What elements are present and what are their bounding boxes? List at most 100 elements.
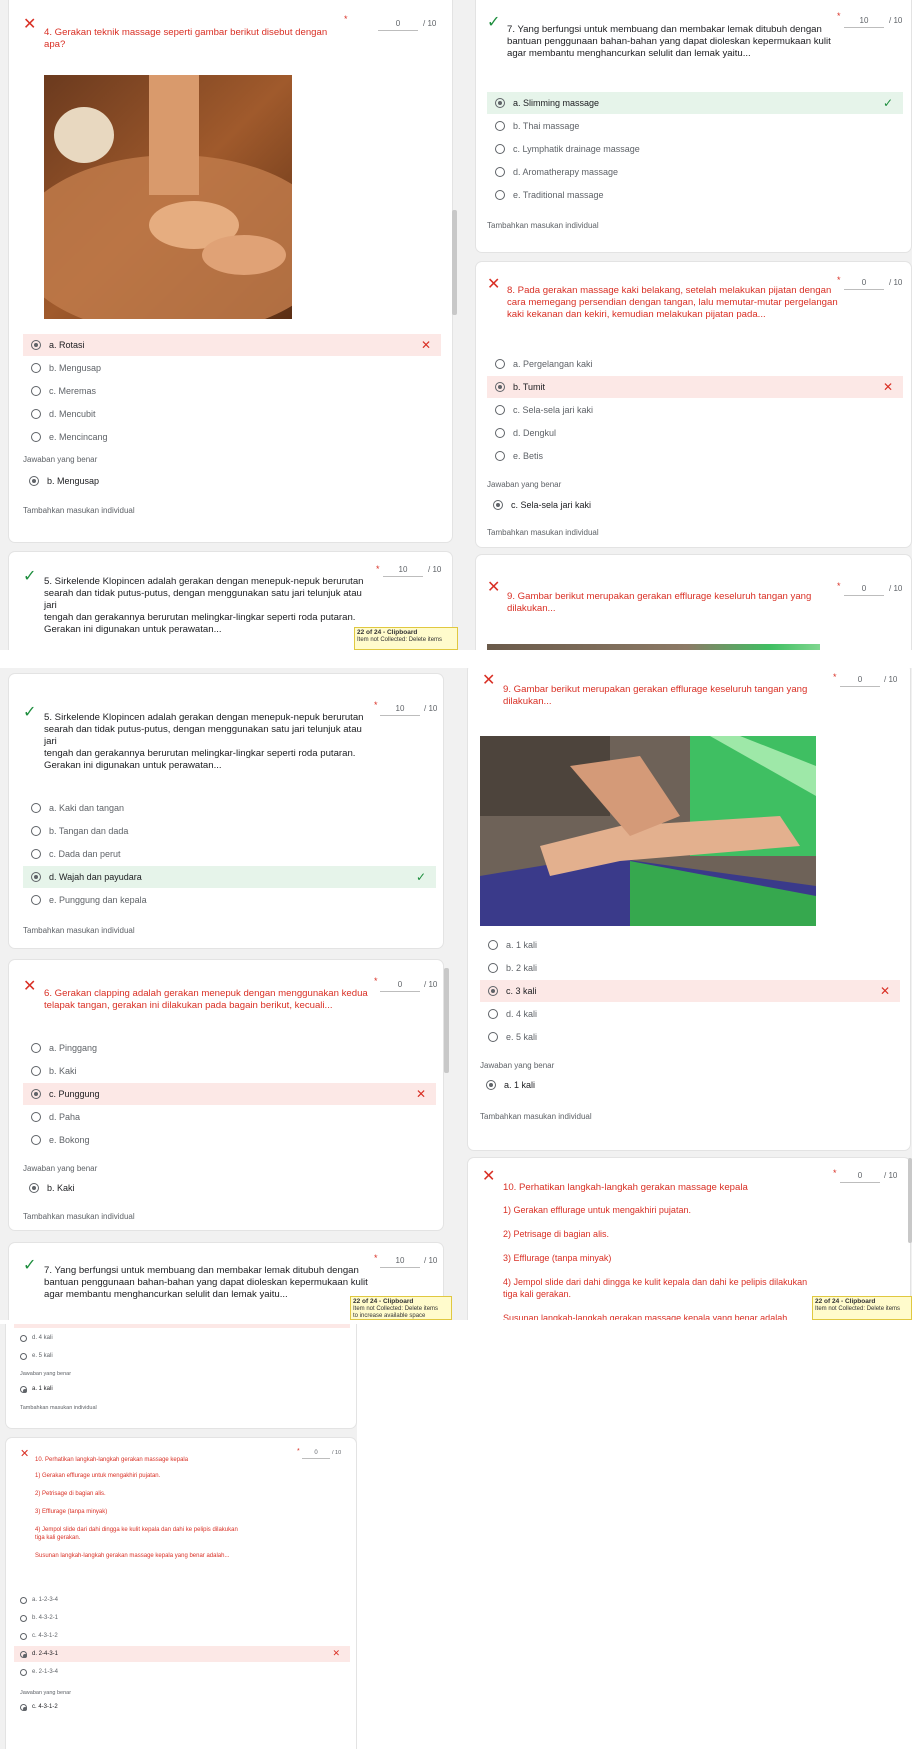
correct-answer: c. 4-3-1-2 — [20, 1700, 58, 1714]
feedback-link[interactable]: Tambahkan masukan individual — [487, 221, 599, 230]
step-4: 4) Jempol slide dari dahi dingga ke kuli… — [35, 1527, 238, 1533]
option-b[interactable]: b. 2 kali — [480, 957, 900, 979]
correct-answer: a. 1 kali — [486, 1078, 535, 1092]
option-d[interactable]: d. 2-4-3-1 ✕ — [14, 1646, 350, 1662]
step-4: 4) Jempol slide dari dahi dingga ke kuli… — [503, 1277, 808, 1287]
clipboard-notification[interactable]: 22 of 24 - Clipboard Item not Collected: … — [350, 1296, 452, 1320]
correct-answer-label: Jawaban yang benar — [23, 1164, 98, 1173]
step-4-cont: tiga kali gerakan. — [35, 1535, 81, 1541]
correct-answer: b. Mengusap — [29, 474, 99, 488]
score-input[interactable]: 0 — [840, 674, 880, 687]
question-image — [44, 75, 292, 319]
step-3: 3) Efflurage (tanpa minyak) — [35, 1509, 108, 1515]
question-text: 6. Gerakan clapping adalah gerakan menep… — [44, 988, 368, 1011]
option-c[interactable]: c. 4-3-1-2 — [14, 1628, 350, 1644]
feedback-link[interactable]: Tambahkan masukan individual — [20, 1405, 97, 1411]
wrong-x-icon: ✕ — [882, 380, 893, 394]
option-d[interactable]: d. 4 kali — [480, 1003, 900, 1025]
step-2: 2) Petrisage di bagian alis. — [503, 1229, 610, 1239]
correct-answer-label: Jawaban yang benar — [480, 1061, 555, 1070]
score-input[interactable]: 10 — [383, 564, 423, 577]
question-text: 7. Yang berfungsi untuk membuang dan mem… — [507, 24, 831, 59]
step-1: 1) Gerakan efflurage untuk mengakhiri pu… — [503, 1205, 691, 1215]
score-input[interactable]: 0 — [380, 979, 420, 992]
option-c[interactable]: c. Dada dan perut — [23, 843, 436, 865]
incorrect-icon: ✕ — [482, 1166, 496, 1185]
option-e[interactable]: e. Betis — [487, 445, 903, 467]
option-c[interactable]: c. Punggung ✕ — [23, 1083, 436, 1105]
correct-check-icon: ✓ — [882, 96, 893, 110]
option-e[interactable]: e. 2-1-3-4 — [14, 1664, 350, 1680]
option-b[interactable]: b. 4-3-2-1 — [14, 1610, 350, 1626]
option-c[interactable]: c. 3 kali ✕ — [480, 980, 900, 1002]
option-b[interactable]: b. Tumit ✕ — [487, 376, 903, 398]
option-d[interactable]: d. Dengkul — [487, 422, 903, 444]
option-a[interactable]: a. Pinggang — [23, 1037, 436, 1059]
score-input[interactable]: 0 — [840, 1170, 880, 1183]
screenshot-panel-3: d. 4 kali e. 5 kali Jawaban yang benar a… — [0, 1324, 357, 1749]
option-e[interactable]: e. Mencincang — [23, 426, 441, 448]
feedback-link[interactable]: Tambahkan masukan individual — [480, 1112, 592, 1121]
option-b[interactable]: b. Thai massage — [487, 115, 903, 137]
option-e[interactable]: e. Bokong — [23, 1129, 436, 1151]
option-d[interactable]: d. Paha — [23, 1106, 436, 1128]
feedback-link[interactable]: Tambahkan masukan individual — [23, 1212, 135, 1221]
scrollbar[interactable] — [452, 210, 457, 315]
option-e[interactable]: e. Punggung dan kepala — [23, 889, 436, 911]
correct-check-icon: ✓ — [487, 12, 501, 31]
option-c[interactable] — [14, 1324, 350, 1328]
option-d[interactable]: d. Aromatherapy massage — [487, 161, 903, 183]
score-input[interactable]: 10 — [380, 1255, 420, 1268]
clipboard-notification[interactable]: 22 of 24 - Clipboard Item not Collected: … — [354, 627, 458, 650]
option-a[interactable]: a. Slimming massage ✓ — [487, 92, 903, 114]
score-input[interactable]: 10 — [380, 703, 420, 716]
scrollbar[interactable] — [908, 1158, 912, 1243]
option-e[interactable]: e. 5 kali — [480, 1026, 900, 1048]
question-card-10: ✕ 10. Perhatikan langkah-langkah gerakan… — [6, 1438, 356, 1749]
question-text: 10. Perhatikan langkah-langkah gerakan m… — [503, 1182, 748, 1193]
question-card-8: ✕ 8. Pada gerakan massage kaki belakang,… — [476, 262, 911, 547]
question-card-6: ✕ 6. Gerakan clapping adalah gerakan men… — [9, 960, 443, 1230]
clipboard-notification[interactable]: 22 of 24 - Clipboard Item not Collected: … — [812, 1296, 912, 1320]
step-1: 1) Gerakan efflurage untuk mengakhiri pu… — [35, 1473, 161, 1479]
radio-selected[interactable] — [31, 340, 41, 350]
option-e[interactable]: e. Traditional massage — [487, 184, 903, 206]
step-2: 2) Petrisage di bagian alis. — [35, 1491, 106, 1497]
option-a[interactable]: a. Rotasi ✕ — [23, 334, 441, 356]
correct-answer-label: Jawaban yang benar — [23, 455, 98, 464]
option-a[interactable]: a. Kaki dan tangan — [23, 797, 436, 819]
correct-check-icon: ✓ — [415, 870, 426, 884]
feedback-link[interactable]: Tambahkan masukan individual — [487, 528, 599, 537]
option-a[interactable]: a. Pergelangan kaki — [487, 353, 903, 375]
incorrect-icon: ✕ — [487, 577, 501, 596]
option-e[interactable]: e. 5 kali — [14, 1348, 350, 1364]
step-4-cont: tiga kali gerakan. — [503, 1289, 572, 1299]
score-input[interactable]: 0 — [378, 18, 418, 31]
option-b[interactable]: b. Mengusap — [23, 357, 441, 379]
option-c[interactable]: c. Meremas — [23, 380, 441, 402]
screenshot-panel-2: ✓ 5. Sirkelende Klopincen adalah gerakan… — [0, 668, 912, 1320]
score-input[interactable]: 10 — [844, 15, 884, 28]
score-input[interactable]: 0 — [844, 277, 884, 290]
option-d[interactable]: d. 4 kali — [14, 1330, 350, 1346]
feedback-link[interactable]: Tambahkan masukan individual — [23, 926, 135, 935]
option-a[interactable]: a. 1 kali — [480, 934, 900, 956]
option-c[interactable]: c. Sela-sela jari kaki — [487, 399, 903, 421]
option-b[interactable]: b. Kaki — [23, 1060, 436, 1082]
option-c[interactable]: c. Lymphatik drainage massage — [487, 138, 903, 160]
option-b[interactable]: b. Tangan dan dada — [23, 820, 436, 842]
option-a[interactable]: a. 1-2-3-4 — [14, 1592, 350, 1608]
option-d[interactable]: d. Wajah dan payudara ✓ — [23, 866, 436, 888]
wrong-x-icon: ✕ — [420, 338, 431, 352]
scrollbar[interactable] — [444, 968, 449, 1073]
score-input[interactable]: 0 — [302, 1449, 330, 1459]
score-input[interactable]: 0 — [844, 583, 884, 596]
correct-answer: b. Kaki — [29, 1181, 75, 1195]
feedback-link[interactable]: Tambahkan masukan individual — [23, 506, 135, 515]
incorrect-icon: ✕ — [482, 670, 496, 689]
option-d[interactable]: d. Mencubit — [23, 403, 441, 425]
wrong-x-icon: ✕ — [415, 1087, 426, 1101]
wrong-x-icon: ✕ — [332, 1649, 340, 1659]
question-image — [480, 736, 816, 926]
required-asterisk: * — [344, 14, 348, 24]
